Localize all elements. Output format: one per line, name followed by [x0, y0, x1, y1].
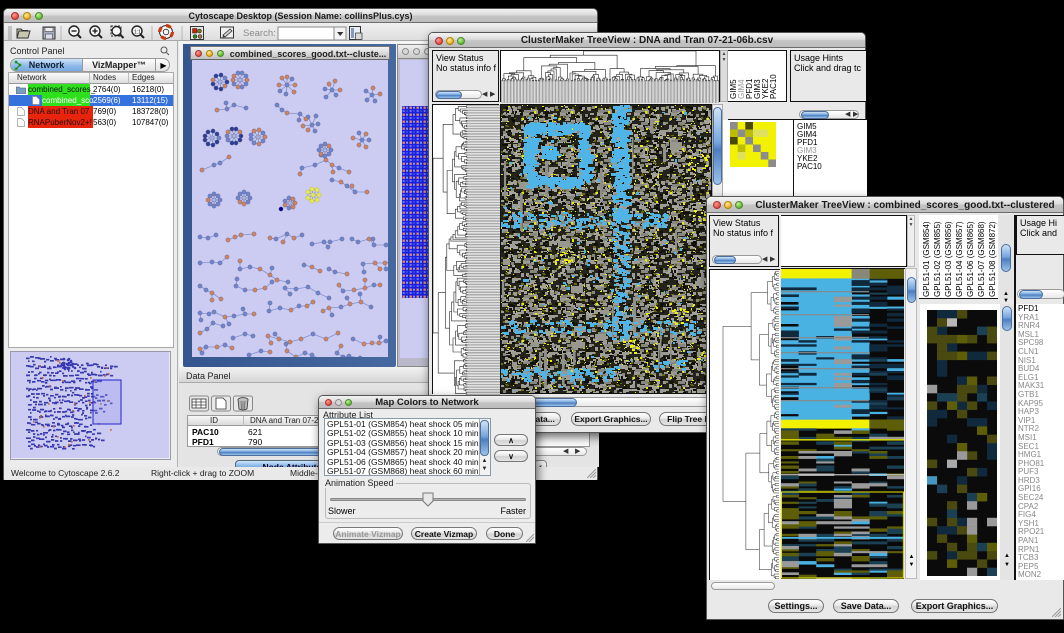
- svg-text:Search:: Search:: [243, 28, 276, 39]
- svg-text:1:1: 1:1: [134, 29, 141, 35]
